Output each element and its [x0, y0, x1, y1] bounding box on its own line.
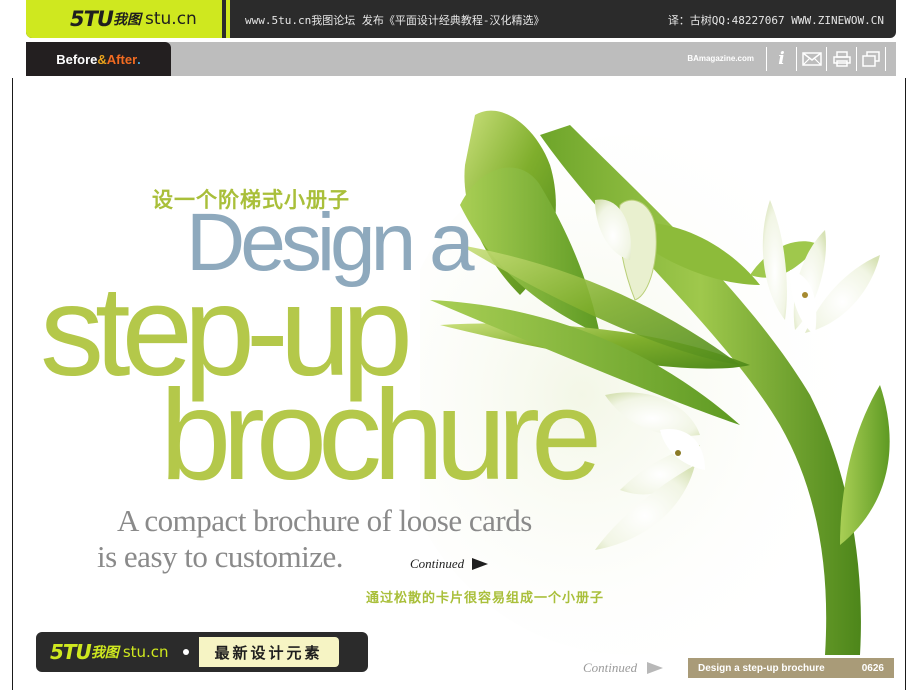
- subtitle-line-2: is easy to customize.: [97, 539, 344, 574]
- footer-page-number: 0626: [861, 662, 884, 674]
- site-logo[interactable]: 5TU 我图 stu.cn: [26, 0, 222, 38]
- mail-icon-svg: [801, 52, 822, 66]
- magazine-header: Before & After. BAmagazine.com i: [26, 42, 896, 76]
- continued-link[interactable]: Continued: [410, 556, 489, 572]
- logo-before-text: Before: [56, 51, 98, 67]
- badge-label: 最新设计元素: [198, 637, 339, 667]
- page-frame-left: [12, 78, 13, 690]
- site-logo-mark: 5TU: [70, 7, 114, 31]
- footer-article-bar: Design a step-up brochure 0626: [688, 658, 894, 678]
- magazine-site-link[interactable]: BAmagazine.com: [687, 54, 754, 63]
- continued-link-label: Continued: [410, 556, 465, 571]
- chinese-subtitle: 通过松散的卡片很容易组成一个小册子: [366, 591, 605, 606]
- info-icon[interactable]: i: [766, 47, 796, 71]
- info-glyph: i: [778, 49, 785, 69]
- subtitle-line-1: A compact brochure of loose cards: [117, 503, 532, 538]
- badge-logo-mark: 5TU: [50, 640, 92, 664]
- window-icon-svg: [862, 51, 880, 67]
- title-line-3: brochure: [160, 364, 602, 507]
- footer-arrow-right-icon: [647, 662, 664, 674]
- banner-notice: www.5tu.cn我图论坛 发布《平面设计经典教程-汉化精选》: [245, 14, 545, 27]
- badge-logo-url: stu.cn: [122, 643, 169, 661]
- footer-continued-link[interactable]: Continued: [583, 660, 664, 676]
- window-icon[interactable]: [856, 47, 886, 71]
- arrow-right-icon: [472, 558, 489, 570]
- footer-continued-label: Continued: [583, 660, 638, 675]
- site-banner: 5TU 我图 stu.cn www.5tu.cn我图论坛 发布《平面设计经典教程…: [26, 0, 896, 38]
- site-badge[interactable]: 5TU 我图 stu.cn 最新设计元素: [36, 632, 368, 672]
- translator-credit: 译：古树QQ:48227067 WWW.ZINEWOW.CN: [667, 14, 884, 27]
- logo-amp-text: &: [97, 51, 107, 67]
- mail-icon[interactable]: [796, 47, 826, 71]
- before-after-logo[interactable]: Before & After.: [26, 42, 171, 76]
- bullet-icon: [182, 649, 189, 655]
- magazine-toolbar: i: [766, 47, 886, 71]
- banner-divider: [226, 0, 230, 38]
- logo-dot-text: .: [137, 51, 141, 67]
- badge-logo-cn: 我图: [90, 645, 119, 661]
- print-icon[interactable]: [826, 47, 856, 71]
- print-icon-svg: [832, 51, 851, 67]
- logo-after-text: After: [106, 51, 138, 67]
- page-frame-right: [905, 78, 906, 690]
- badge-logo: 5TU 我图 stu.cn: [50, 640, 169, 664]
- site-logo-cn: 我图: [113, 12, 141, 28]
- footer-article-name: Design a step-up brochure: [698, 662, 825, 674]
- site-logo-url: stu.cn: [145, 9, 197, 29]
